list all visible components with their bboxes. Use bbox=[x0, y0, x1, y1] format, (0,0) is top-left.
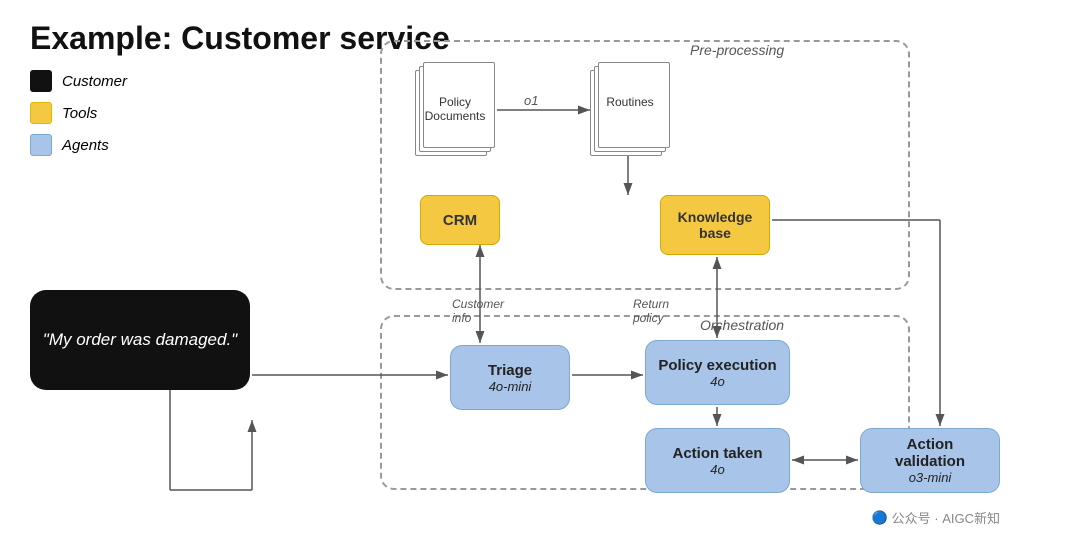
policy-execution-name: Policy execution bbox=[658, 357, 776, 374]
crm-box: CRM bbox=[420, 195, 500, 245]
policy-execution-box: Policy execution 4o bbox=[645, 340, 790, 405]
return-policy-label: Return policy bbox=[633, 297, 669, 325]
orchestration-label: Orchestration bbox=[700, 317, 784, 333]
customer-message-text: "My order was damaged." bbox=[43, 330, 237, 350]
legend: Customer Tools Agents bbox=[30, 70, 127, 156]
legend-customer: Customer bbox=[30, 70, 127, 92]
preprocessing-label: Pre-processing bbox=[690, 42, 784, 58]
action-taken-model: 4o bbox=[710, 462, 724, 477]
watermark-text: 公众号 · AIGC新知 bbox=[892, 508, 1000, 527]
policy-documents-label: Policy Documents bbox=[415, 95, 495, 123]
legend-tools-label: Tools bbox=[62, 105, 97, 122]
legend-customer-label: Customer bbox=[62, 73, 127, 90]
main-container: Example: Customer service Customer Tools… bbox=[0, 0, 1080, 541]
legend-tools: Tools bbox=[30, 102, 127, 124]
customer-message-box: "My order was damaged." bbox=[30, 290, 250, 390]
action-validation-name: Action validation bbox=[873, 436, 987, 470]
triage-box: Triage 4o-mini bbox=[450, 345, 570, 410]
action-taken-name: Action taken bbox=[672, 445, 762, 462]
knowledge-base-box: Knowledge base bbox=[660, 195, 770, 255]
watermark-icon: 🔵 bbox=[871, 510, 887, 526]
legend-agents-icon bbox=[30, 134, 52, 156]
legend-tools-icon bbox=[30, 102, 52, 124]
action-taken-box: Action taken 4o bbox=[645, 428, 790, 493]
triage-name: Triage bbox=[488, 362, 532, 379]
action-validation-box: Action validation o3-mini bbox=[860, 428, 1000, 493]
action-validation-model: o3-mini bbox=[909, 470, 952, 485]
customer-info-label: Customer info bbox=[452, 297, 504, 325]
legend-agents: Agents bbox=[30, 134, 127, 156]
watermark: 🔵 公众号 · AIGC新知 bbox=[871, 508, 1000, 527]
legend-agents-label: Agents bbox=[62, 137, 109, 154]
triage-model: 4o-mini bbox=[489, 379, 532, 394]
knowledge-base-label: Knowledge base bbox=[678, 209, 753, 241]
crm-label: CRM bbox=[443, 212, 477, 229]
routines-label: Routines bbox=[590, 95, 670, 109]
policy-execution-model: 4o bbox=[710, 374, 724, 389]
legend-customer-icon bbox=[30, 70, 52, 92]
